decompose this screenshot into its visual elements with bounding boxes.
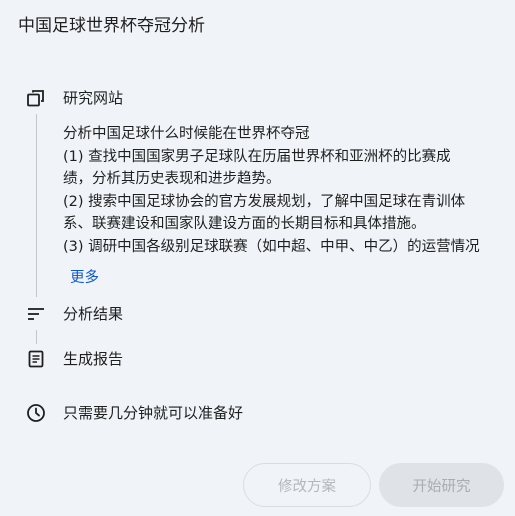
step-label-analyze: 分析结果 bbox=[63, 305, 124, 323]
timeline-connector bbox=[36, 114, 37, 297]
plan-item-2-cont: 系、联赛建设和国家队建设方面的长期目标和具体措施。 bbox=[63, 216, 426, 233]
plan-item-3: (3) 调研中国各级别足球联赛（如中超、中甲、中乙）的运营情况 bbox=[63, 238, 480, 255]
document-icon bbox=[26, 349, 46, 369]
step-label-report: 生成报告 bbox=[63, 350, 124, 368]
timeline-connector-2 bbox=[36, 330, 37, 344]
research-plan: 分析中国足球什么时候能在世界杯夺冠 (1) 查找中国国家男子足球队在历届世界杯和… bbox=[63, 123, 503, 259]
edit-plan-button[interactable]: 修改方案 bbox=[243, 463, 371, 507]
browse-windows-icon bbox=[26, 88, 46, 108]
more-link[interactable]: 更多 bbox=[70, 267, 99, 289]
start-research-button[interactable]: 开始研究 bbox=[379, 463, 504, 507]
plan-item-1: (1) 查找中国国家男子足球队在历届世界杯和亚洲杯的比赛成 bbox=[63, 148, 451, 165]
step-label-research: 研究网站 bbox=[63, 89, 124, 107]
sort-lines-icon bbox=[26, 304, 46, 324]
page-title: 中国足球世界杯夺冠分析 bbox=[18, 16, 205, 36]
time-estimate: 只需要几分钟就可以准备好 bbox=[63, 404, 244, 422]
plan-item-1-cont: 绩，分析其历史表现和进步趋势。 bbox=[63, 171, 281, 188]
clock-icon bbox=[26, 403, 46, 423]
plan-heading: 分析中国足球什么时候能在世界杯夺冠 bbox=[63, 126, 310, 142]
plan-item-2: (2) 搜索中国足球协会的官方发展规划，了解中国足球在青训体 bbox=[63, 193, 466, 210]
